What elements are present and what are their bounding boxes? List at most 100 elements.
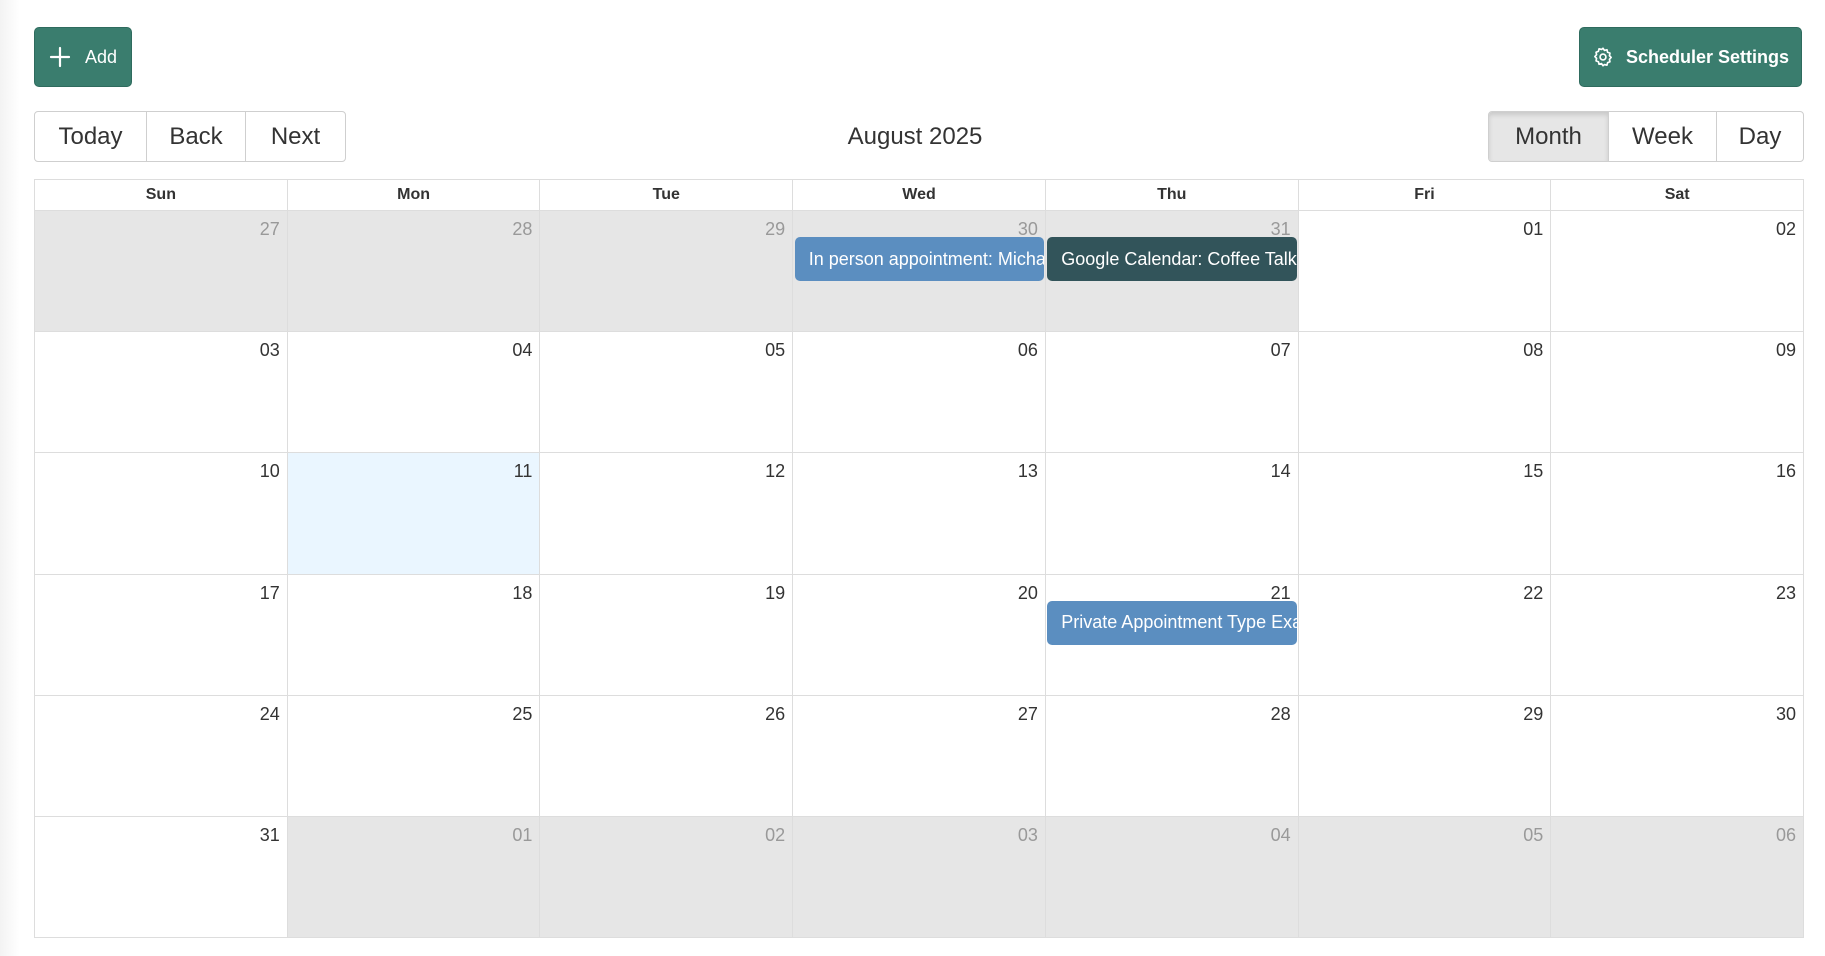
date-number[interactable]: 15 xyxy=(1523,461,1543,482)
day-cell[interactable]: 04 xyxy=(286,332,540,453)
date-number[interactable]: 27 xyxy=(1018,704,1038,725)
day-cell[interactable]: 14 xyxy=(1044,453,1298,574)
date-number[interactable]: 23 xyxy=(1776,583,1796,604)
date-number[interactable]: 29 xyxy=(1523,704,1543,725)
date-number[interactable]: 10 xyxy=(260,461,280,482)
back-button[interactable]: Back xyxy=(147,112,246,161)
day-cell[interactable]: 16 xyxy=(1550,453,1804,574)
calendar-event[interactable]: In person appointment: Michael xyxy=(794,237,1045,281)
date-number[interactable]: 03 xyxy=(260,340,280,361)
date-number[interactable]: 18 xyxy=(512,583,532,604)
month-view-button[interactable]: Month xyxy=(1489,112,1609,161)
date-number[interactable]: 04 xyxy=(512,340,532,361)
date-number[interactable]: 03 xyxy=(1018,825,1038,846)
day-cell[interactable]: 03 xyxy=(35,332,287,453)
date-number[interactable]: 13 xyxy=(1018,461,1038,482)
day-cell[interactable]: 09 xyxy=(1550,332,1804,453)
date-number[interactable]: 19 xyxy=(765,583,785,604)
week-row: 24 25 26 27 28 29 30 xyxy=(35,694,1804,816)
date-number[interactable]: 04 xyxy=(1271,825,1291,846)
week-row: 17 18 19 20 21 22 23 Private Appointment Type E… xyxy=(35,573,1804,695)
next-button[interactable]: Next xyxy=(246,112,345,161)
day-cell[interactable]: 27 xyxy=(35,211,287,332)
week-row: 31 01 02 03 04 05 06 xyxy=(35,815,1804,938)
date-number[interactable]: 17 xyxy=(260,583,280,604)
date-number[interactable]: 02 xyxy=(765,825,785,846)
day-cell[interactable]: 22 xyxy=(1297,574,1551,695)
date-number[interactable]: 28 xyxy=(1271,704,1291,725)
date-number[interactable]: 24 xyxy=(260,704,280,725)
day-view-button[interactable]: Day xyxy=(1717,112,1803,161)
calendar-event[interactable]: Google Calendar: Coffee Talk xyxy=(1047,237,1297,281)
day-cell[interactable]: 02 xyxy=(539,816,793,938)
day-cell[interactable]: 23 xyxy=(1550,574,1804,695)
date-number[interactable]: 08 xyxy=(1523,340,1543,361)
date-number[interactable]: 30 xyxy=(1776,704,1796,725)
day-cell[interactable]: 13 xyxy=(792,453,1045,574)
date-number[interactable]: 28 xyxy=(512,219,532,240)
weekday-header-cell: Fri xyxy=(1297,180,1551,210)
scheduler-settings-button[interactable]: Scheduler Settings xyxy=(1579,27,1802,87)
day-cell[interactable]: 05 xyxy=(539,332,793,453)
day-cell[interactable]: 28 xyxy=(1044,695,1298,816)
date-number[interactable]: 26 xyxy=(765,704,785,725)
day-cell[interactable]: 27 xyxy=(792,695,1045,816)
date-number[interactable]: 20 xyxy=(1018,583,1038,604)
date-number[interactable]: 01 xyxy=(512,825,532,846)
calendar-event[interactable]: Private Appointment Type Example xyxy=(1047,600,1297,645)
day-cell[interactable]: 03 xyxy=(792,816,1045,938)
add-button[interactable]: Add xyxy=(34,27,132,87)
day-cell[interactable]: 26 xyxy=(539,695,793,816)
day-cell[interactable]: 02 xyxy=(1550,211,1804,332)
day-cell[interactable]: 08 xyxy=(1297,332,1551,453)
day-cell[interactable]: 18 xyxy=(286,574,540,695)
day-cell[interactable]: 24 xyxy=(35,695,287,816)
date-number[interactable]: 02 xyxy=(1776,219,1796,240)
day-cell-today[interactable]: 11 xyxy=(286,453,540,574)
date-number[interactable]: 14 xyxy=(1271,461,1291,482)
day-cell[interactable]: 19 xyxy=(539,574,793,695)
day-cell[interactable]: 31 xyxy=(35,816,287,938)
day-cell[interactable]: 05 xyxy=(1297,816,1551,938)
day-cell[interactable]: 20 xyxy=(792,574,1045,695)
day-cell[interactable]: 15 xyxy=(1297,453,1551,574)
date-number[interactable]: 12 xyxy=(765,461,785,482)
view-button-group: Month Week Day xyxy=(1488,111,1804,162)
date-number[interactable]: 01 xyxy=(1523,219,1543,240)
today-button[interactable]: Today xyxy=(35,112,147,161)
weekday-header-cell: Tue xyxy=(539,180,792,210)
date-number[interactable]: 06 xyxy=(1776,825,1796,846)
day-cell[interactable]: 07 xyxy=(1044,332,1298,453)
date-number[interactable]: 05 xyxy=(1523,825,1543,846)
day-cell[interactable]: 30 xyxy=(1550,695,1804,816)
day-cell[interactable]: 25 xyxy=(286,695,540,816)
date-number[interactable]: 05 xyxy=(765,340,785,361)
date-number[interactable]: 07 xyxy=(1271,340,1291,361)
month-calendar: Sun Mon Tue Wed Thu Fri Sat 27 28 29 30 31 01… xyxy=(34,179,1804,938)
date-number[interactable]: 25 xyxy=(512,704,532,725)
weekday-header-cell: Sat xyxy=(1550,180,1803,210)
day-cell[interactable]: 01 xyxy=(1297,211,1551,332)
day-cell[interactable]: 06 xyxy=(1550,816,1804,938)
day-cell[interactable]: 04 xyxy=(1044,816,1298,938)
day-cell[interactable]: 12 xyxy=(539,453,793,574)
date-number[interactable]: 27 xyxy=(260,219,280,240)
date-number[interactable]: 06 xyxy=(1018,340,1038,361)
week-view-button[interactable]: Week xyxy=(1609,112,1717,161)
day-cell[interactable]: 29 xyxy=(539,211,793,332)
day-cell[interactable]: 06 xyxy=(792,332,1045,453)
date-number[interactable]: 16 xyxy=(1776,461,1796,482)
date-number[interactable]: 09 xyxy=(1776,340,1796,361)
day-cell[interactable]: 01 xyxy=(286,816,540,938)
date-number[interactable]: 11 xyxy=(514,461,533,482)
weekday-header-cell: Sun xyxy=(145,186,176,203)
day-cell[interactable]: 10 xyxy=(35,453,287,574)
date-number[interactable]: 22 xyxy=(1523,583,1543,604)
day-cell[interactable]: 28 xyxy=(286,211,540,332)
day-cell[interactable]: 17 xyxy=(35,574,287,695)
date-number[interactable]: 31 xyxy=(260,825,280,846)
add-button-label: Add xyxy=(84,46,118,67)
date-number[interactable]: 29 xyxy=(765,219,785,240)
day-cell[interactable]: 29 xyxy=(1297,695,1551,816)
weekday-header-cell: Mon xyxy=(286,180,540,210)
